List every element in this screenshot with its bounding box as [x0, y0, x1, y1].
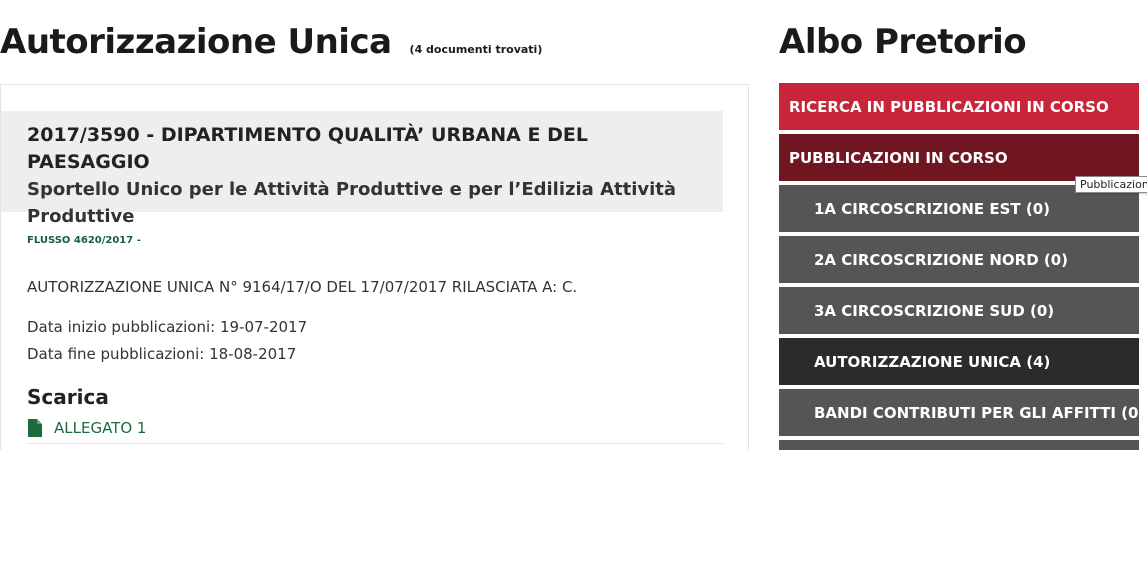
sidebar-item-label: 2A CIRCOSCRIZIONE NORD (0) [814, 250, 1069, 269]
results-count: (4 documenti trovati) [409, 43, 543, 56]
sidebar-item-current-publications[interactable]: PUBBLICAZIONI IN CORSO [779, 134, 1139, 181]
document-title: 2017/3590 - DIPARTIMENTO QUALITÀ’ URBANA… [27, 124, 588, 173]
attachment-link[interactable]: ALLEGATO 1 [27, 419, 146, 437]
sidebar-item-autorizzazione-unica[interactable]: AUTORIZZAZIONE UNICA (4) [779, 338, 1139, 385]
document-header: 2017/3590 - DIPARTIMENTO QUALITÀ’ URBANA… [1, 111, 723, 227]
sidebar-item-search-publications[interactable]: RICERCA IN PUBBLICAZIONI IN CORSO [779, 83, 1139, 130]
publication-end-date: Data fine pubblicazioni: 18-08-2017 [27, 345, 297, 363]
sidebar-item-label: 3A CIRCOSCRIZIONE SUD (0) [814, 301, 1055, 320]
sidebar-item-next[interactable] [779, 440, 1139, 450]
tooltip: Pubblicazion [1075, 176, 1147, 193]
download-heading: Scarica [27, 385, 109, 409]
sidebar-item-circoscrizione-nord[interactable]: 2A CIRCOSCRIZIONE NORD (0) [779, 236, 1139, 283]
attachment-label: ALLEGATO 1 [54, 419, 147, 437]
sidebar-item-bandi-affitti[interactable]: BANDI CONTRIBUTI PER GLI AFFITTI (0) [779, 389, 1145, 436]
sidebar-item-label: BANDI CONTRIBUTI PER GLI AFFITTI (0) [814, 403, 1146, 422]
page-title: Autorizzazione Unica [0, 22, 392, 62]
file-icon [27, 419, 43, 437]
document-card: 2017/3590 - DIPARTIMENTO QUALITÀ’ URBANA… [0, 84, 749, 450]
flusso-label: FLUSSO 4620/2017 - [27, 235, 141, 246]
sidebar-item-label: PUBBLICAZIONI IN CORSO [789, 148, 1008, 167]
divider [27, 443, 723, 444]
publication-start-date: Data inizio pubblicazioni: 19-07-2017 [27, 318, 308, 336]
page-header: Autorizzazione Unica (4 documenti trovat… [0, 22, 542, 62]
document-description: AUTORIZZAZIONE UNICA N° 9164/17/O DEL 17… [27, 278, 578, 296]
page: Autorizzazione Unica (4 documenti trovat… [0, 0, 1147, 570]
sidebar-item-circoscrizione-sud[interactable]: 3A CIRCOSCRIZIONE SUD (0) [779, 287, 1139, 334]
sidebar-item-label: 1A CIRCOSCRIZIONE EST (0) [814, 199, 1050, 218]
sidebar-item-label: AUTORIZZAZIONE UNICA (4) [814, 352, 1051, 371]
sidebar-item-label: RICERCA IN PUBBLICAZIONI IN CORSO [789, 97, 1109, 116]
sidebar-title: Albo Pretorio [779, 22, 1027, 62]
document-subtitle: Sportello Unico per le Attività Produtti… [27, 179, 677, 227]
